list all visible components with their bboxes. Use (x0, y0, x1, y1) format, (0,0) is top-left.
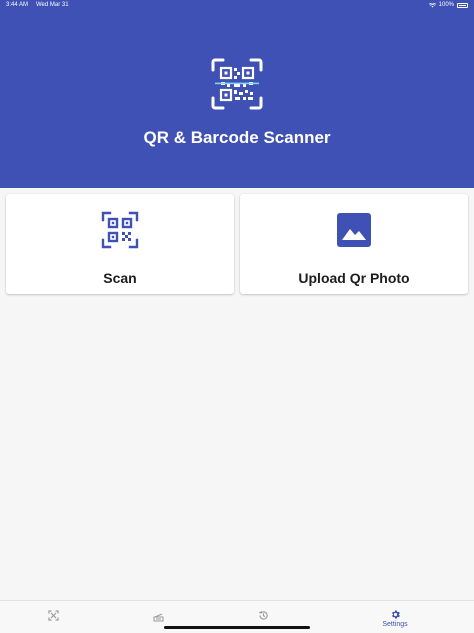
tab-settings[interactable]: Settings (378, 601, 412, 633)
image-icon (337, 213, 371, 247)
battery-percent: 100% (438, 2, 454, 8)
tab-scan[interactable] (40, 601, 66, 633)
tab-settings-label: Settings (382, 621, 408, 628)
upload-qr-photo-card[interactable]: Upload Qr Photo (240, 194, 468, 294)
app-header: QR & Barcode Scanner (0, 10, 474, 188)
scan-card[interactable]: Scan (6, 194, 234, 294)
qr-code-icon (101, 211, 139, 249)
upload-qr-photo-label: Upload Qr Photo (298, 270, 410, 286)
status-time: 3:44 AM (6, 2, 29, 8)
app-title: QR & Barcode Scanner (143, 128, 331, 147)
scanner-icon (153, 613, 163, 622)
scan-label: Scan (103, 270, 137, 286)
status-date: Wed Mar 31 (36, 2, 69, 8)
scan-frame-icon (47, 610, 59, 621)
gear-icon (391, 610, 400, 619)
battery-icon (457, 2, 468, 8)
qr-scan-icon (211, 58, 263, 110)
home-indicator[interactable] (164, 626, 310, 629)
history-icon (258, 611, 268, 620)
wifi-icon (428, 2, 436, 7)
status-right: 100% (428, 0, 468, 10)
status-bar: 3:44 AM Wed Mar 31 100% (0, 0, 474, 10)
